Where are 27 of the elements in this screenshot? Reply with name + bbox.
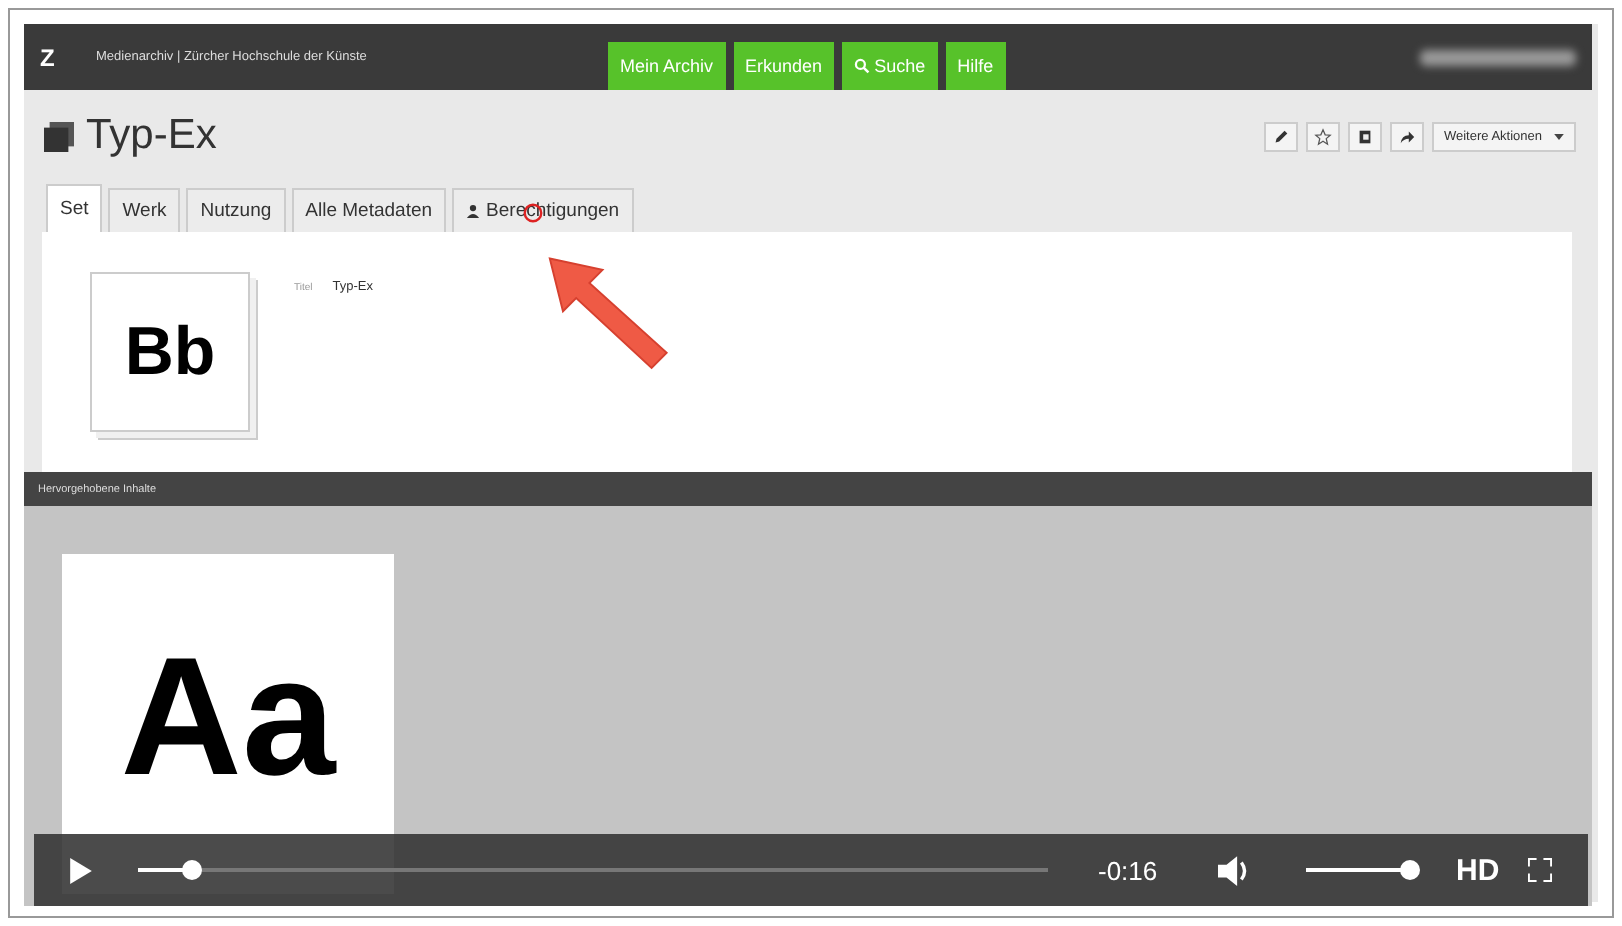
- volume-icon[interactable]: [1218, 855, 1252, 885]
- tab[interactable]: Alle Metadaten: [291, 188, 447, 232]
- favorite-button[interactable]: [1305, 121, 1340, 151]
- copy-button[interactable]: [1347, 121, 1382, 151]
- edit-button[interactable]: [1263, 121, 1298, 151]
- caret-icon: [1554, 133, 1564, 139]
- pencil-icon: [1271, 127, 1290, 145]
- tab[interactable]: Set: [46, 184, 103, 232]
- star-icon: [1313, 127, 1332, 145]
- thumbnail-text: Bb: [124, 313, 216, 391]
- person-icon: [466, 204, 481, 218]
- time-remaining: -0:16: [1098, 855, 1160, 885]
- hd-button[interactable]: HD: [1456, 853, 1500, 887]
- thumbnail-text: Aa: [120, 619, 336, 813]
- slider-thumb[interactable]: [182, 860, 203, 880]
- play-icon[interactable]: [70, 857, 92, 883]
- copy-icon: [1355, 127, 1374, 145]
- set-icon: [44, 121, 74, 151]
- logo[interactable]: Z: [40, 43, 96, 71]
- tab[interactable]: Nutzung: [186, 188, 286, 232]
- share-icon: [1397, 127, 1416, 145]
- search-icon: [854, 58, 871, 74]
- fullscreen-icon[interactable]: [1528, 858, 1552, 882]
- page-title: Typ-Ex: [86, 112, 217, 160]
- slider-thumb[interactable]: [1400, 860, 1420, 880]
- share-button[interactable]: [1389, 121, 1424, 151]
- tab[interactable]: Werk: [108, 188, 181, 232]
